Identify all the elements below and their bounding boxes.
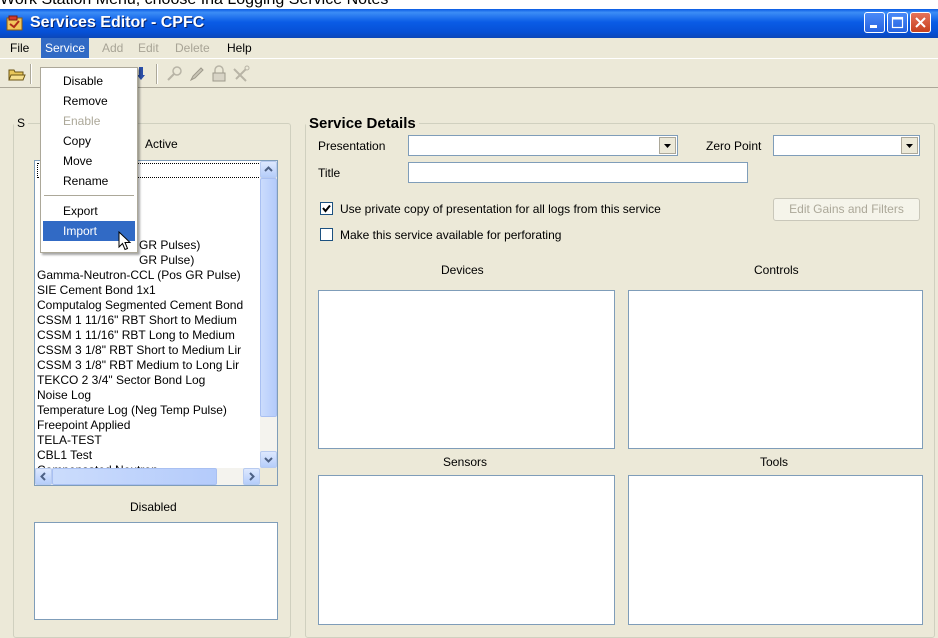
title-bar[interactable]: Services Editor - CPFC bbox=[0, 9, 938, 38]
menu-add[interactable]: Add bbox=[98, 38, 127, 58]
zero-point-combo[interactable] bbox=[773, 135, 920, 156]
private-copy-label: Use private copy of presentation for all… bbox=[340, 202, 661, 216]
list-item[interactable]: Noise Log bbox=[37, 388, 243, 403]
list-item[interactable]: CBL1 Test bbox=[37, 448, 243, 463]
zero-point-label: Zero Point bbox=[706, 139, 762, 153]
horizontal-scroll-thumb[interactable] bbox=[52, 468, 217, 485]
private-copy-checkbox[interactable] bbox=[320, 202, 333, 215]
service-menu-dropdown: Disable Remove Enable Copy Move Rename E… bbox=[40, 67, 138, 253]
checkmark-icon bbox=[322, 204, 331, 213]
zero-point-dropdown-button[interactable] bbox=[901, 137, 918, 154]
scroll-down-button[interactable] bbox=[260, 451, 277, 468]
padlock-icon[interactable] bbox=[210, 65, 228, 83]
menu-item-copy[interactable]: Copy bbox=[43, 131, 135, 151]
scroll-up-icon bbox=[264, 166, 273, 172]
sensors-label: Sensors bbox=[443, 455, 488, 469]
list-item[interactable]: CSSM 3 1/8" RBT Short to Medium Lir bbox=[37, 343, 243, 358]
presentation-combo[interactable] bbox=[408, 135, 678, 156]
services-group-legend: S bbox=[17, 116, 26, 130]
presentation-dropdown-button[interactable] bbox=[659, 137, 676, 154]
pencil-icon[interactable] bbox=[188, 65, 206, 83]
tools-icon[interactable] bbox=[232, 65, 250, 83]
active-label: Active bbox=[145, 137, 178, 151]
menu-help[interactable]: Help bbox=[223, 38, 256, 58]
maximize-button[interactable] bbox=[887, 12, 908, 33]
menu-item-enable[interactable]: Enable bbox=[43, 111, 135, 131]
menu-item-rename[interactable]: Rename bbox=[43, 171, 135, 191]
menu-item-move[interactable]: Move bbox=[43, 151, 135, 171]
devices-panel[interactable] bbox=[318, 290, 615, 449]
list-item[interactable]: CSSM 1 11/16" RBT Long to Medium bbox=[37, 328, 243, 343]
tools-panel[interactable] bbox=[628, 475, 923, 625]
minimize-icon bbox=[870, 25, 877, 28]
presentation-label: Presentation bbox=[318, 139, 386, 153]
devices-label: Devices bbox=[441, 263, 484, 277]
service-details-legend: Service Details bbox=[309, 115, 416, 132]
services-editor-window: Services Editor - CPFC File Service Add … bbox=[0, 9, 938, 638]
chevron-down-icon bbox=[664, 144, 671, 148]
list-item[interactable]: Computalog Segmented Cement Bond bbox=[37, 298, 243, 313]
chevron-down-icon bbox=[906, 144, 913, 148]
page-caption: Work Station Menu, choose Ina Logging Se… bbox=[0, 0, 938, 9]
title-input[interactable] bbox=[408, 162, 748, 183]
toolbar-separator bbox=[30, 64, 32, 84]
toolbar bbox=[0, 58, 938, 88]
menu-separator bbox=[44, 195, 134, 196]
menu-bar: File Service Add Edit Delete Help bbox=[0, 38, 938, 58]
menu-item-remove[interactable]: Remove bbox=[43, 91, 135, 111]
list-item[interactable]: TEKCO 2 3/4" Sector Bond Log bbox=[37, 373, 243, 388]
menu-item-export[interactable]: Export bbox=[43, 201, 135, 221]
disabled-services-list[interactable] bbox=[34, 522, 278, 620]
scroll-right-button[interactable] bbox=[243, 468, 260, 485]
scroll-left-icon bbox=[40, 472, 46, 481]
wrench-icon[interactable] bbox=[166, 65, 184, 83]
perforating-checkbox[interactable] bbox=[320, 228, 333, 241]
maximize-icon bbox=[891, 16, 904, 29]
vertical-scrollbar[interactable] bbox=[260, 161, 277, 468]
title-label: Title bbox=[318, 166, 341, 180]
tools-label: Tools bbox=[760, 455, 789, 469]
menu-item-disable[interactable]: Disable bbox=[43, 71, 135, 91]
scroll-right-icon bbox=[249, 472, 255, 481]
open-folder-icon[interactable] bbox=[8, 65, 26, 83]
minimize-button[interactable] bbox=[864, 12, 885, 33]
scroll-down-icon bbox=[264, 457, 273, 463]
mouse-cursor-icon bbox=[118, 230, 132, 251]
disabled-label: Disabled bbox=[130, 500, 177, 514]
list-item[interactable]: Temperature Log (Neg Temp Pulse) bbox=[37, 403, 243, 418]
window-title: Services Editor - CPFC bbox=[30, 14, 205, 31]
close-button[interactable] bbox=[910, 12, 931, 33]
list-item[interactable]: SIE Cement Bond 1x1 bbox=[37, 283, 243, 298]
controls-panel[interactable] bbox=[628, 290, 923, 449]
vertical-scroll-thumb[interactable] bbox=[260, 178, 277, 417]
toolbar-separator bbox=[156, 64, 158, 84]
list-item[interactable]: CSSM 1 11/16" RBT Short to Medium bbox=[37, 313, 243, 328]
menu-file[interactable]: File bbox=[6, 38, 33, 58]
perforating-label: Make this service available for perforat… bbox=[340, 228, 562, 242]
scroll-corner bbox=[260, 468, 277, 485]
list-item[interactable]: Freepoint Applied bbox=[37, 418, 243, 433]
list-item[interactable]: TELA-TEST bbox=[37, 433, 243, 448]
list-item[interactable]: GR Pulse) bbox=[37, 253, 243, 268]
edit-gains-button[interactable]: Edit Gains and Filters bbox=[773, 198, 920, 221]
app-icon bbox=[6, 15, 24, 31]
menu-edit[interactable]: Edit bbox=[134, 38, 163, 58]
menu-service[interactable]: Service bbox=[41, 38, 90, 58]
controls-label: Controls bbox=[754, 263, 799, 277]
sensors-panel[interactable] bbox=[318, 475, 615, 625]
close-icon bbox=[915, 17, 926, 28]
menu-delete[interactable]: Delete bbox=[171, 38, 214, 58]
list-item[interactable]: Gamma-Neutron-CCL (Pos GR Pulse) bbox=[37, 268, 243, 283]
scroll-left-button[interactable] bbox=[35, 468, 52, 485]
scroll-up-button[interactable] bbox=[260, 161, 277, 178]
list-item[interactable]: CSSM 3 1/8" RBT Medium to Long Lir bbox=[37, 358, 243, 373]
horizontal-scrollbar[interactable] bbox=[35, 468, 260, 485]
